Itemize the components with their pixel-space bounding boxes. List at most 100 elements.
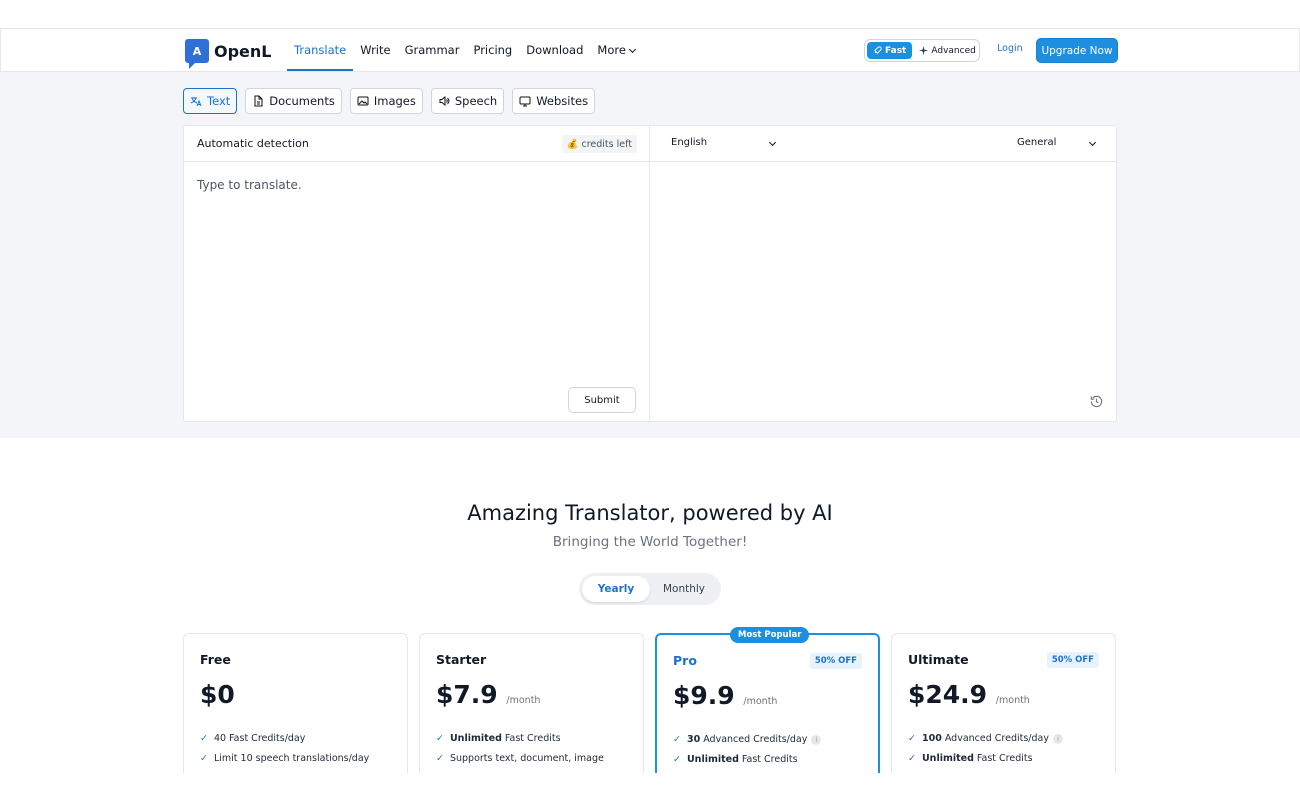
plan-card-pro: Most Popular Pro 50% OFF $9.9 /month ✓ 30… bbox=[655, 627, 880, 773]
discount-badge: 50% OFF bbox=[809, 653, 862, 669]
info-icon[interactable]: i bbox=[811, 734, 822, 745]
mode-fast-label: Fast bbox=[885, 45, 907, 56]
check-icon: ✓ bbox=[673, 754, 681, 765]
feature-text: Fast Credits bbox=[738, 754, 798, 765]
check-icon: ✓ bbox=[436, 753, 444, 764]
plan-price: $24.9 /month bbox=[908, 680, 1030, 709]
hero-title: Amazing Translator, powered by AI bbox=[467, 501, 833, 525]
tab-speech[interactable]: Speech bbox=[430, 88, 505, 114]
domain-label: General bbox=[1017, 137, 1057, 148]
tab-websites-label: Websites bbox=[536, 94, 589, 108]
tab-websites[interactable]: Websites bbox=[512, 88, 596, 114]
plan-card-ultimate: Ultimate 50% OFF $24.9 /month ✓ 100 Advan… bbox=[891, 633, 1116, 773]
nav-more[interactable]: More bbox=[590, 29, 642, 71]
check-icon: ✓ bbox=[908, 733, 916, 744]
tab-text[interactable]: Text bbox=[183, 88, 238, 114]
history-icon[interactable] bbox=[1089, 394, 1104, 409]
tab-documents[interactable]: Documents bbox=[245, 88, 342, 114]
plan-price: $0 bbox=[200, 680, 235, 709]
chevron-down-icon bbox=[628, 45, 636, 54]
plan-price-value: $24.9 bbox=[908, 680, 988, 709]
plan-feature: ✓ Limit 10 speech translations/day bbox=[200, 753, 369, 764]
plan-period: /month bbox=[506, 695, 541, 706]
plan-name: Starter bbox=[436, 652, 487, 667]
source-pane: Automatic detection 💰 credits left Type … bbox=[184, 126, 650, 421]
feature-text: Advanced Credits/day bbox=[941, 733, 1049, 744]
nav-grammar[interactable]: Grammar bbox=[398, 29, 467, 71]
check-icon: ✓ bbox=[436, 733, 444, 744]
chevron-down-icon bbox=[1088, 138, 1097, 147]
tab-images[interactable]: Images bbox=[349, 88, 423, 114]
info-icon[interactable]: i bbox=[1052, 733, 1063, 744]
login-link[interactable]: Login bbox=[997, 43, 1023, 54]
target-language-select[interactable]: English bbox=[671, 137, 777, 148]
feature-text: Fast Credits bbox=[973, 753, 1033, 764]
domain-select[interactable]: General bbox=[1017, 137, 1097, 148]
billing-toggle: Yearly Monthly bbox=[579, 573, 721, 605]
plan-feature: ✓ Unlimited Fast Credits bbox=[673, 754, 798, 765]
credits-badge: 💰 credits left bbox=[561, 135, 637, 153]
speaker-icon bbox=[439, 95, 450, 107]
target-header: English General bbox=[650, 126, 1116, 162]
plan-card-starter: Starter $7.9 /month ✓ Unlimited Fast Cred… bbox=[419, 633, 644, 773]
feature-text: Limit 10 speech translations/day bbox=[213, 753, 370, 764]
nav-translate[interactable]: Translate bbox=[287, 29, 354, 71]
plan-feature: ✓ Unlimited Fast Credits bbox=[436, 733, 561, 744]
check-icon: ✓ bbox=[673, 734, 681, 745]
translate-icon bbox=[190, 97, 202, 107]
plan-feature: ✓ 40 Fast Credits/day bbox=[200, 733, 305, 744]
feature-text: Advanced Credits/day bbox=[700, 734, 808, 745]
plan-price-value: $7.9 bbox=[436, 680, 498, 709]
feature-highlight: Unlimited bbox=[686, 754, 739, 765]
billing-monthly[interactable]: Monthly bbox=[650, 576, 718, 602]
main-nav: Translate Write Grammar Pricing Download… bbox=[287, 29, 642, 71]
most-popular-badge: Most Popular bbox=[730, 627, 810, 643]
plan-feature: ✓ 30 Advanced Credits/day i bbox=[673, 734, 822, 745]
plan-name: Free bbox=[200, 652, 231, 667]
hero-subtitle: Bringing the World Together! bbox=[552, 534, 748, 550]
plan-feature: ✓ Unlimited Fast Credits bbox=[908, 753, 1033, 764]
submit-button[interactable]: Submit bbox=[568, 387, 636, 413]
target-pane: English General bbox=[650, 126, 1116, 421]
sparkle-icon bbox=[919, 46, 929, 55]
billing-yearly[interactable]: Yearly bbox=[582, 576, 650, 602]
check-icon: ✓ bbox=[200, 753, 208, 764]
logo-icon: A bbox=[185, 39, 209, 69]
mode-fast-button[interactable]: Fast bbox=[867, 42, 913, 59]
plan-name: Pro bbox=[673, 653, 697, 668]
translator-section: Text Documents Images Speech Websites Au… bbox=[0, 72, 1300, 438]
logo[interactable]: A OpenL bbox=[185, 39, 272, 69]
upgrade-button[interactable]: Upgrade Now bbox=[1036, 38, 1118, 63]
feature-highlight: Unlimited bbox=[921, 753, 974, 764]
nav-pricing[interactable]: Pricing bbox=[466, 29, 519, 71]
plan-price: $7.9 /month bbox=[436, 680, 540, 709]
site-header: A OpenL Translate Write Grammar Pricing … bbox=[0, 28, 1300, 72]
plan-name: Ultimate bbox=[908, 652, 969, 667]
nav-write[interactable]: Write bbox=[353, 29, 397, 71]
feature-text: Supports text, document, image bbox=[449, 753, 604, 764]
feature-text: Fast Credits bbox=[501, 733, 561, 744]
plan-period: /month bbox=[995, 695, 1030, 706]
plan-feature: ✓ 100 Advanced Credits/day i bbox=[908, 733, 1063, 744]
plan-period: /month bbox=[743, 696, 778, 707]
source-language-select[interactable]: Automatic detection bbox=[197, 137, 309, 150]
mode-advanced-button[interactable]: Advanced bbox=[916, 46, 978, 56]
source-text-input[interactable]: Type to translate. bbox=[197, 178, 302, 192]
discount-badge: 50% OFF bbox=[1046, 652, 1099, 668]
mode-toggle: Fast Advanced bbox=[864, 39, 980, 62]
plan-price-value: $9.9 bbox=[673, 681, 735, 710]
tab-speech-label: Speech bbox=[454, 94, 498, 108]
chevron-down-icon bbox=[768, 138, 777, 147]
target-language-label: English bbox=[671, 137, 708, 148]
plan-price-value: $0 bbox=[200, 680, 235, 709]
nav-download[interactable]: Download bbox=[519, 29, 590, 71]
feature-text: 40 Fast Credits/day bbox=[213, 733, 306, 744]
translator-panel: Automatic detection 💰 credits left Type … bbox=[183, 125, 1117, 422]
document-icon bbox=[254, 95, 263, 107]
tab-documents-label: Documents bbox=[269, 94, 335, 108]
money-bag-icon: 💰 bbox=[566, 138, 579, 150]
feature-highlight: Unlimited bbox=[449, 733, 502, 744]
feature-highlight: 30 bbox=[686, 734, 701, 745]
logo-text: OpenL bbox=[214, 41, 272, 61]
mode-advanced-label: Advanced bbox=[931, 45, 976, 56]
